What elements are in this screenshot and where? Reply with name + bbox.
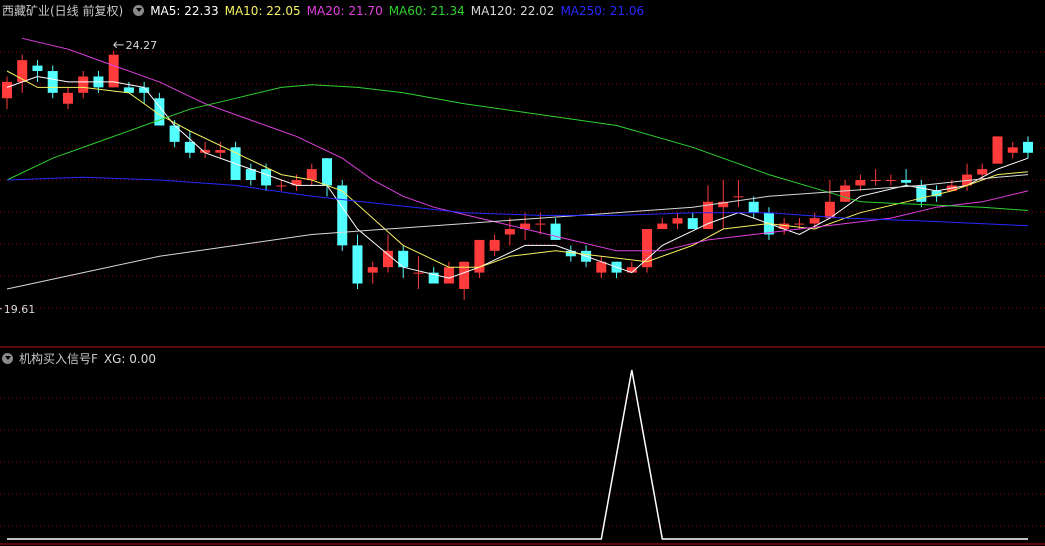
candle-body-25 [382, 250, 393, 268]
ma250-line [6, 176, 1029, 227]
candle-body-30 [459, 261, 470, 289]
candle-body-20 [306, 169, 317, 180]
candle-body-65 [992, 136, 1003, 164]
candle-body-56 [855, 180, 866, 186]
candle-body-11 [169, 125, 180, 142]
candle-body-48 [733, 196, 744, 198]
candle-body-18 [276, 185, 287, 187]
candle-body-23 [352, 245, 363, 284]
candle-body-4 [62, 92, 73, 104]
candle-body-67 [1023, 141, 1033, 153]
candle-body-17 [261, 169, 272, 186]
candle-body-59 [901, 180, 912, 183]
candle-body-45 [687, 218, 698, 230]
ma5-line [6, 75, 1029, 279]
low-price-label: 19.61 [4, 303, 35, 316]
candle-body-66 [1007, 147, 1018, 153]
candle-body-57 [870, 180, 881, 181]
candle-body-5 [78, 76, 89, 93]
stock-chart-canvas[interactable]: 24.27 19.61 [0, 0, 1045, 546]
low-price-arrow [0, 308, 2, 310]
candle-body-44 [672, 218, 683, 224]
candle-body-12 [184, 141, 195, 153]
candle-body-27 [413, 272, 424, 274]
candle-body-58 [885, 180, 896, 181]
candle-body-43 [657, 223, 668, 230]
candle-body-35 [535, 223, 546, 225]
candle-body-49 [748, 201, 759, 213]
candle-body-21 [322, 158, 333, 186]
candle-body-53 [809, 218, 820, 224]
candle-body-52 [794, 223, 805, 225]
candle-body-24 [367, 267, 378, 273]
candle-body-2 [32, 65, 43, 72]
high-price-label: 24.27 [126, 39, 157, 52]
ma120-line [6, 174, 1029, 290]
candle-body-14 [215, 150, 226, 153]
high-price-arrow [113, 41, 124, 49]
candle-body-0 [2, 81, 12, 99]
candle-body-29 [443, 267, 454, 284]
candle-body-64 [977, 169, 988, 175]
xg-signal-line [7, 369, 1028, 540]
candle-body-55 [840, 185, 851, 202]
candle-body-33 [504, 229, 515, 235]
candle-body-32 [489, 239, 500, 251]
candle-body-3 [47, 71, 58, 93]
